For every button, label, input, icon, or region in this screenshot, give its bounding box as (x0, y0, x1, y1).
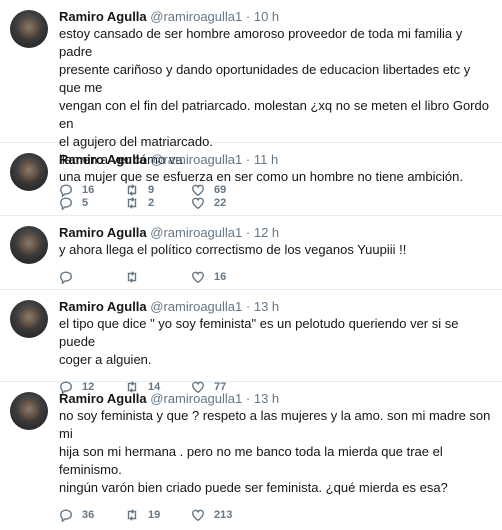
heart-icon (192, 509, 204, 522)
reply-button[interactable]: 36 (59, 508, 125, 522)
retweet-icon (127, 509, 137, 521)
retweet-icon (127, 197, 137, 209)
retweet-button[interactable]: 2 (125, 196, 191, 210)
reply-icon (60, 197, 72, 210)
retweet-count: 19 (148, 509, 161, 521)
retweet-button[interactable]: 19 (125, 508, 191, 522)
avatar[interactable] (10, 153, 48, 191)
retweet-icon (127, 271, 137, 283)
like-button[interactable]: 16 (191, 270, 226, 284)
tweet-text-line: estoy cansado de ser hombre amoroso prov… (59, 26, 463, 59)
like-count: 16 (214, 271, 227, 283)
like-count: 213 (214, 509, 233, 521)
tweet-actions: 36 19 213 (59, 500, 492, 530)
separator: · (245, 225, 251, 240)
separator: · (245, 391, 251, 406)
avatar[interactable] (10, 10, 48, 48)
author-name[interactable]: Ramiro Agulla (59, 299, 147, 314)
tweet-header: Ramiro Agulla @ramiroagulla1 · 11 h (59, 151, 492, 168)
author-name[interactable]: Ramiro Agulla (59, 152, 147, 167)
author-handle[interactable]: @ramiroagulla1 (150, 152, 242, 167)
tweet-header: Ramiro Agulla @ramiroagulla1 · 12 h (59, 224, 492, 241)
author-name[interactable]: Ramiro Agulla (59, 9, 147, 24)
tweet-actions: 5 2 22 (59, 188, 492, 218)
tweet-text: el tipo que dice " yo soy feminista" es … (59, 315, 492, 369)
tweet-text-line: una mujer que se esfuerza en ser como un… (59, 169, 463, 184)
reply-button[interactable] (59, 270, 125, 284)
separator: · (245, 9, 251, 24)
tweet-text-line: ningún varón bien criado puede ser femin… (59, 480, 448, 495)
author-handle[interactable]: @ramiroagulla1 (150, 225, 242, 240)
separator: · (245, 299, 251, 314)
tweet-text-line: hija son mi hermana . pero no me banco t… (59, 444, 443, 477)
timestamp[interactable]: 13 h (254, 391, 279, 406)
reply-count: 5 (82, 197, 89, 209)
tweet-text-line: vengan con el fin del patriarcado. moles… (59, 98, 489, 131)
tweet-feed: Ramiro Agulla @ramiroagulla1 · 10 h esto… (0, 0, 502, 522)
like-count: 22 (214, 197, 227, 209)
tweet-text-line: el tipo que dice " yo soy feminista" es … (59, 316, 459, 349)
tweet-text-line: y ahora llega el político correctismo de… (59, 242, 407, 257)
reply-icon (60, 509, 72, 522)
retweet-button[interactable] (125, 270, 191, 284)
tweet[interactable]: Ramiro Agulla @ramiroagulla1 · 13 h el t… (0, 290, 502, 394)
reply-count: 36 (82, 509, 95, 521)
tweet-actions: 16 (59, 262, 492, 292)
tweet[interactable]: Ramiro Agulla @ramiroagulla1 · 10 h esto… (0, 0, 502, 197)
tweet[interactable]: Ramiro Agulla @ramiroagulla1 · 12 h y ah… (0, 216, 502, 290)
heart-icon (192, 271, 204, 284)
tweet-text: no soy feminista y que ? respeto a las m… (59, 407, 492, 497)
like-button[interactable]: 213 (191, 508, 232, 522)
author-handle[interactable]: @ramiroagulla1 (150, 9, 242, 24)
tweet-text-line: presente cariñoso y dando oportunidades … (59, 62, 471, 95)
timestamp[interactable]: 13 h (254, 299, 279, 314)
avatar[interactable] (10, 300, 48, 338)
retweet-count: 2 (148, 197, 155, 209)
separator: · (245, 152, 251, 167)
tweet-text: y ahora llega el político correctismo de… (59, 241, 492, 259)
avatar[interactable] (10, 392, 48, 430)
tweet-header: Ramiro Agulla @ramiroagulla1 · 13 h (59, 298, 492, 315)
timestamp[interactable]: 11 h (254, 152, 278, 167)
like-button[interactable]: 22 (191, 196, 226, 210)
tweet-text-line: coger a alguien. (59, 352, 152, 367)
author-name[interactable]: Ramiro Agulla (59, 225, 147, 240)
heart-icon (192, 197, 204, 210)
author-name[interactable]: Ramiro Agulla (59, 391, 147, 406)
avatar[interactable] (10, 226, 48, 264)
reply-icon (60, 271, 72, 284)
tweet-header: Ramiro Agulla @ramiroagulla1 · 10 h (59, 8, 492, 25)
tweet-text-line: no soy feminista y que ? respeto a las m… (59, 408, 491, 441)
author-handle[interactable]: @ramiroagulla1 (150, 391, 242, 406)
timestamp[interactable]: 10 h (254, 9, 279, 24)
timestamp[interactable]: 12 h (254, 225, 279, 240)
tweet[interactable]: Ramiro Agulla @ramiroagulla1 · 13 h no s… (0, 382, 502, 522)
author-handle[interactable]: @ramiroagulla1 (150, 299, 242, 314)
reply-button[interactable]: 5 (59, 196, 125, 210)
tweet-header: Ramiro Agulla @ramiroagulla1 · 13 h (59, 390, 492, 407)
tweet[interactable]: Ramiro Agulla @ramiroagulla1 · 11 h una … (0, 143, 502, 216)
tweet-text: una mujer que se esfuerza en ser como un… (59, 168, 492, 186)
